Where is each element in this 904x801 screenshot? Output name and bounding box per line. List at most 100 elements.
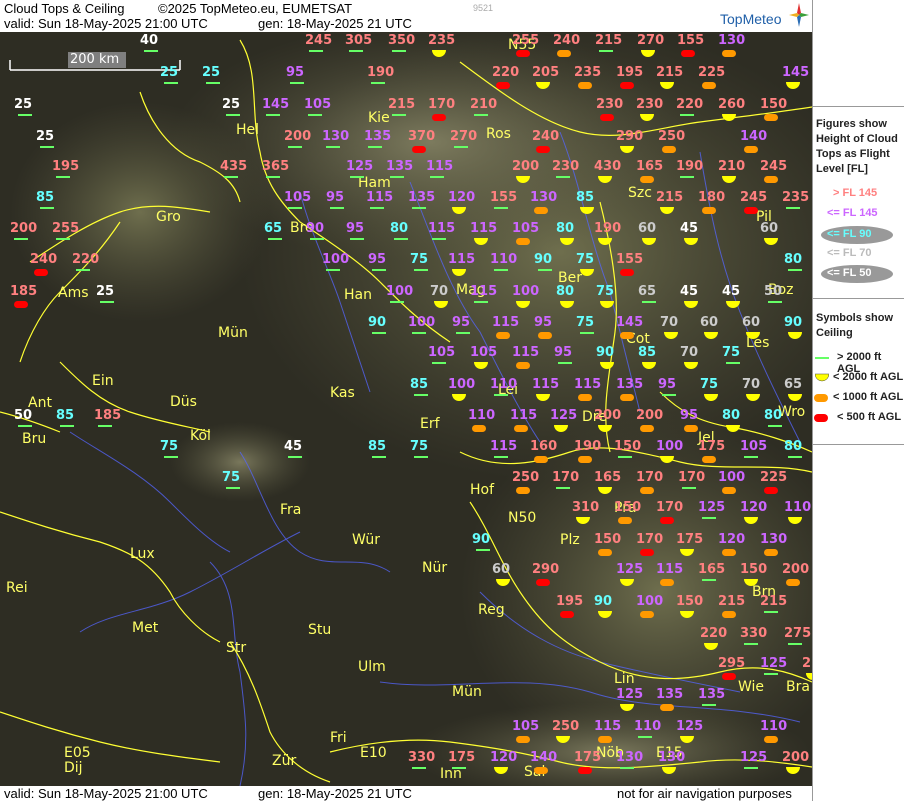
ceiling-symbol [768, 425, 782, 427]
cloud-top-value: 190 [574, 439, 602, 454]
ceiling-legend-row: > 2000 ft AGL [813, 349, 904, 375]
cloud-top-value: 200 [512, 159, 540, 174]
satellite-map[interactable]: 200 km Hel Kie Ros Szc Ham Bre Gro Pil Ams Han Ber… [0, 32, 812, 786]
ceiling-symbol [764, 673, 778, 675]
ceiling-symbol [40, 146, 54, 148]
tops-legend-row: <= FL 70 [813, 247, 904, 265]
cloud-top-value: 115 [490, 439, 518, 454]
ceiling-symbol [722, 549, 736, 556]
cloud-top-value: 60 [760, 221, 779, 236]
ceiling-symbol [56, 238, 70, 240]
ceiling-symbol [516, 362, 530, 369]
ceiling-legend-label: < 500 ft AGL [837, 411, 902, 423]
cloud-top-value: 25 [96, 284, 115, 299]
cloud-top-value: 170 [552, 470, 580, 485]
ceiling-symbol [494, 456, 508, 458]
footer-bar: valid: Sun 18-May-2025 21:00 UTC gen: 18… [0, 786, 812, 801]
cloud-top-value: 150 [614, 500, 642, 515]
cloud-top-value: 75 [700, 377, 719, 392]
ceiling-symbol [764, 736, 778, 743]
ceiling-symbol [412, 767, 426, 769]
cloud-top-value: 25 [222, 97, 241, 112]
ceiling-symbol [452, 767, 466, 769]
ceiling-symbol [620, 767, 634, 769]
cloud-top-value: 200 [594, 408, 622, 423]
cloud-top-value: 75 [410, 439, 429, 454]
ceiling-symbol [432, 362, 446, 364]
ceiling-symbol [310, 238, 324, 240]
cloud-top-value: 290 [616, 129, 644, 144]
ceiling-symbol [226, 114, 240, 116]
city-label: Gro [156, 209, 181, 225]
city-label: Stu [308, 622, 332, 638]
ceiling-symbol [534, 456, 548, 463]
cloud-top-value: 195 [556, 594, 584, 609]
city-label: Ein [92, 373, 114, 389]
cloud-top-value: 125 [550, 408, 578, 423]
city-label: Bru [22, 431, 47, 447]
city-label: Bra [786, 679, 810, 695]
cloud-top-value: 115 [428, 221, 456, 236]
ceiling-symbol [18, 425, 32, 427]
cloud-top-value: 235 [574, 65, 602, 80]
cloud-top-value: 195 [52, 159, 80, 174]
logo-text: TopMeteo [720, 11, 782, 27]
copyright-text: ©2025 TopMeteo.eu, EUMETSAT [158, 1, 353, 16]
ceiling-symbol [372, 269, 386, 271]
cloud-top-value: 330 [740, 626, 768, 641]
city-label: Mün [218, 325, 248, 341]
ceiling-symbol [620, 269, 634, 276]
cloud-top-value: 95 [680, 408, 699, 423]
ceiling-symbol [764, 549, 778, 556]
ceiling-symbol [642, 301, 656, 303]
cloud-top-value: 270 [637, 33, 665, 48]
ceiling-symbol [786, 207, 800, 209]
cloud-top-value: 240 [30, 252, 58, 267]
tops-legend-row: <= FL 145 [813, 207, 904, 225]
cloud-top-value: 215 [595, 33, 623, 48]
cloud-top-value: 130 [530, 190, 558, 205]
cloud-top-value: 75 [160, 439, 179, 454]
ceiling-symbol [432, 238, 446, 240]
cloud-top-value: 115 [448, 252, 476, 267]
cloud-top-value: 65 [264, 221, 283, 236]
cloud-top-value: 190 [367, 65, 395, 80]
cloud-top-value: 115 [532, 377, 560, 392]
ceiling-symbol [640, 176, 654, 183]
city-label: Ulm [358, 659, 386, 675]
cloud-top-value: 125 [346, 159, 374, 174]
cloud-top-value: 135 [698, 687, 726, 702]
cloud-top-value: 110 [490, 377, 518, 392]
cloud-top-value: 170 [636, 532, 664, 547]
cloud-top-value: 120 [718, 532, 746, 547]
cloud-top-value: 95 [534, 315, 553, 330]
ceiling-symbol [538, 269, 552, 271]
ceiling-symbol [349, 50, 363, 52]
ceiling-symbol [618, 517, 632, 524]
ceiling-symbol [538, 332, 552, 339]
cloud-top-value: 135 [408, 190, 436, 205]
city-label: Ros [486, 126, 511, 142]
cloud-top-value: 130 [322, 129, 350, 144]
cloud-top-value: 90 [594, 594, 613, 609]
cloud-top-value: 85 [368, 439, 387, 454]
ceiling-symbol [14, 301, 28, 308]
cloud-top-value: 115 [366, 190, 394, 205]
city-label: Kie [368, 110, 390, 126]
cloud-top-value: 80 [390, 221, 409, 236]
ceiling-symbol [288, 207, 302, 209]
ceiling-symbol [578, 767, 592, 774]
ceiling-line-icon [815, 357, 829, 359]
cloud-top-value: 255 [512, 33, 540, 48]
cloud-top-value: 200 [782, 750, 810, 765]
ceiling-symbol [638, 736, 652, 738]
cloud-top-value: 80 [784, 252, 803, 267]
city-label: Rei [6, 580, 28, 596]
cloud-top-value: 220 [72, 252, 100, 267]
cloud-top-value: 95 [554, 345, 573, 360]
product-title: Cloud Tops & Ceiling [4, 1, 125, 16]
ceiling-symbol [266, 114, 280, 116]
tops-legend-label: > FL 145 [833, 187, 878, 199]
cloud-top-value: 230 [596, 97, 624, 112]
ceiling-symbol [660, 704, 674, 711]
